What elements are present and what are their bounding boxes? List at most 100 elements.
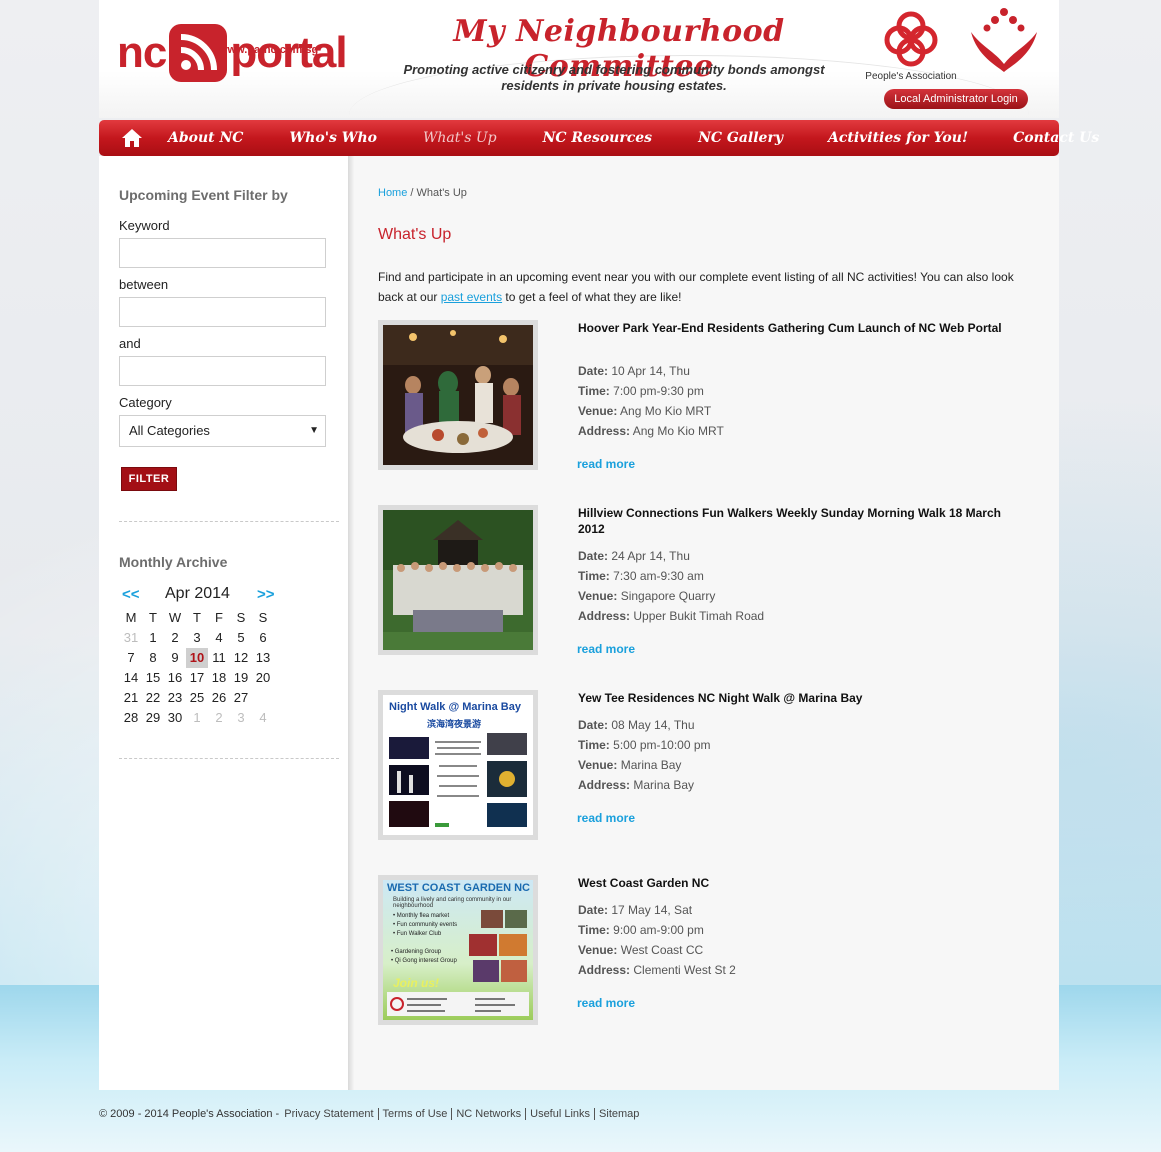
nav-whats-up[interactable]: What's Up [423,130,497,146]
calendar-header: << Apr 2014 >> [119,584,281,606]
community-logo [967,6,1041,79]
weekday: S [236,610,246,625]
site-footer: © 2009 - 2014 People's Association - Pri… [99,1108,644,1120]
event-address-value: Ang Mo Kio MRT [632,424,724,438]
calendar-prev-button[interactable]: << [122,586,140,603]
event-date: Date: 17 May 14, Sat [578,903,692,917]
calendar-day: 15 [145,670,161,685]
filter-button[interactable]: FILTER [121,467,177,491]
calendar-day: 18 [211,670,227,685]
keyword-label: Keyword [119,218,170,233]
calendar-day: 12 [233,650,249,665]
address-label: Address: [578,963,631,977]
weekday: S [258,610,268,625]
calendar-day: 8 [149,650,157,665]
start-date-input[interactable] [119,297,326,327]
main-content: Home / What's Up What's Up Find and part… [354,156,1059,1090]
footer-link-privacy[interactable]: Privacy Statement [282,1108,377,1120]
event-venue-value: West Coast CC [620,943,704,957]
event-address-value: Marina Bay [633,778,695,792]
calendar-next-button[interactable]: >> [257,586,275,603]
event-photo [383,510,533,650]
event-title[interactable]: Hoover Park Year-End Residents Gathering… [578,320,1018,336]
nav-about-nc[interactable]: About NC [168,130,243,146]
nav-whos-who[interactable]: Who's Who [289,130,377,146]
calendar-grid: M T W T F S S 31 1 2 3 4 5 6 7 8 9 10 11… [120,608,481,728]
footer-link-useful-links[interactable]: Useful Links [525,1108,595,1120]
poster-list-item: • Qi Gong interest Group [391,958,457,964]
page-wrapper: nc portal www.pa-nc.com.sg My Neighbourh… [99,0,1099,1090]
nav-contact-us[interactable]: Contact Us [1013,130,1099,146]
footer-link-nc-networks[interactable]: NC Networks [451,1108,526,1120]
event-time-value: 5:00 pm-10:00 pm [613,738,711,752]
event-address: Address: Marina Bay [578,778,694,792]
event-thumbnail[interactable] [378,505,538,655]
read-more-link[interactable]: read more [577,457,635,471]
calendar-day: 7 [127,650,135,665]
calendar-day: 1 [149,630,157,645]
footer-link-terms[interactable]: Terms of Use [377,1108,452,1120]
venue-label: Venue: [578,404,618,418]
home-icon[interactable] [121,120,143,156]
logo-url: www.pa-nc.com.sg [219,44,319,56]
event-date-value: 10 Apr 14, Thu [611,364,690,378]
address-label: Address: [578,778,631,792]
calendar-day: 28 [123,710,139,725]
event-thumbnail[interactable] [378,320,538,470]
weekday: W [168,610,182,625]
read-more-link[interactable]: read more [577,642,635,656]
calendar-day: 16 [167,670,183,685]
read-more-link[interactable]: read more [577,811,635,825]
event-date: Date: 24 Apr 14, Thu [578,549,690,563]
time-label: Time: [578,923,610,937]
event-title[interactable]: Yew Tee Residences NC Night Walk @ Marin… [578,690,1018,706]
site-tagline: Promoting active citizenry and fostering… [403,62,825,93]
read-more-link[interactable]: read more [577,996,635,1010]
nav-nc-resources[interactable]: NC Resources [543,130,652,146]
event-title[interactable]: West Coast Garden NC [578,875,1018,891]
admin-login-button[interactable]: Local Administrator Login [884,89,1028,109]
nav-activities[interactable]: Activities for You! [828,130,968,146]
event-date: Date: 08 May 14, Thu [578,718,695,732]
poster-list-item: • Fun community events [393,922,458,928]
poster-subtitle: Building a lively and caring community i… [393,897,512,909]
event-thumbnail[interactable]: Night Walk @ Marina Bay 滨海湾夜景游 [378,690,538,840]
calendar-weekdays: M T W T F S S [120,608,274,628]
date-label: Date: [578,718,609,732]
event-item: Hillview Connections Fun Walkers Weekly … [378,505,1038,656]
calendar-day: 13 [255,650,271,665]
heart-people-icon [971,8,1037,72]
event-item: Night Walk @ Marina Bay 滨海湾夜景游 Yew Tee R… [378,690,1038,840]
event-thumbnail[interactable]: WEST COAST GARDEN NC Building a lively a… [378,875,538,1025]
breadcrumb: Home / What's Up [378,187,467,199]
poster-subtitle: 滨海湾夜景游 [427,719,482,729]
event-address: Address: Clementi West St 2 [578,963,736,977]
event-date: Date: 10 Apr 14, Thu [578,364,690,378]
pa-emblem-icon [884,11,938,67]
event-address: Address: Upper Bukit Timah Road [578,609,764,623]
event-time: Time: 9:00 am-9:00 pm [578,923,704,937]
end-date-input[interactable] [119,356,326,386]
event-poster: Night Walk @ Marina Bay 滨海湾夜景游 [383,695,533,835]
breadcrumb-home-link[interactable]: Home [378,187,407,199]
calendar-week: 31 1 2 3 4 5 6 [120,628,274,648]
filter-heading: Upcoming Event Filter by [119,187,288,203]
event-time-value: 7:30 am-9:30 am [613,569,704,583]
weekday: F [215,610,223,625]
category-label: Category [119,395,172,410]
category-select[interactable]: All Categories ▼ [119,415,326,447]
past-events-link[interactable]: past events [441,290,502,304]
event-title[interactable]: Hillview Connections Fun Walkers Weekly … [578,505,1018,537]
event-time: Time: 7:30 am-9:30 am [578,569,704,583]
nav-nc-gallery[interactable]: NC Gallery [698,130,783,146]
event-venue: Venue: Marina Bay [578,758,681,772]
dropdown-arrow-icon: ▼ [309,425,319,436]
footer-link-sitemap[interactable]: Sitemap [594,1108,644,1120]
calendar-day-event[interactable]: 10 [186,648,208,668]
keyword-input[interactable] [119,238,326,268]
divider [119,521,339,522]
and-label: and [119,336,141,351]
between-label: between [119,277,169,292]
event-venue: Venue: West Coast CC [578,943,703,957]
event-item: Hoover Park Year-End Residents Gathering… [378,320,1038,471]
